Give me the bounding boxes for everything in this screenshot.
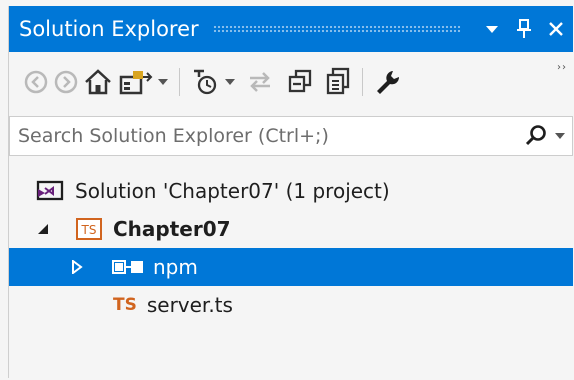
show-all-files-button[interactable] (324, 64, 352, 100)
sync-arrows-icon (250, 72, 270, 92)
toolbar-overflow-button[interactable]: ›› (557, 62, 567, 73)
toolbar: ›› (9, 58, 573, 106)
toolbar-separator (179, 68, 180, 96)
solution-tree: Solution 'Chapter07' (1 project) TS Chap… (9, 172, 573, 324)
project-label: Chapter07 (113, 217, 231, 241)
chevron-down-icon (158, 79, 168, 85)
title-bar: Solution Explorer (9, 6, 573, 52)
tree-item-npm[interactable]: npm (9, 248, 573, 286)
file-label: server.ts (146, 293, 233, 317)
solution-label: Solution 'Chapter07' (1 project) (75, 179, 390, 203)
typescript-file-icon: TS (113, 295, 137, 315)
project-icon-text: TS (81, 223, 97, 237)
search-options[interactable] (524, 124, 566, 148)
search-box (9, 116, 573, 156)
collapse-all-button[interactable] (286, 64, 314, 100)
home-icon (85, 69, 111, 95)
close-icon[interactable] (541, 14, 571, 44)
npm-label: npm (153, 255, 198, 279)
forward-button[interactable] (53, 64, 79, 100)
search-icon (525, 125, 546, 146)
solution-icon (35, 179, 65, 203)
back-icon (24, 70, 48, 94)
toolbar-separator (362, 68, 363, 96)
clock-filter-icon (194, 69, 217, 95)
sync-views-button[interactable] (246, 64, 274, 100)
tree-item-file[interactable]: TS server.ts (9, 286, 573, 324)
window-title: Solution Explorer (19, 17, 199, 41)
forward-icon (54, 70, 78, 94)
search-input[interactable] (10, 124, 524, 148)
solution-explorer-panel: Solution Explorer ›› Search Solution Exp… (8, 6, 573, 378)
dropdown-arrow-icon[interactable] (477, 14, 507, 44)
npm-package-icon (111, 257, 147, 277)
back-button[interactable] (23, 64, 49, 100)
drag-grip[interactable] (212, 25, 461, 33)
collapse-all-icon (288, 69, 312, 93)
tree-item-project[interactable]: TS Chapter07 (9, 210, 573, 248)
properties-button[interactable] (373, 64, 401, 100)
expanded-arrow-icon[interactable] (33, 223, 53, 235)
sync-dropdown-button[interactable] (157, 64, 169, 100)
sync-with-active-document-button[interactable] (117, 64, 153, 100)
pin-icon[interactable] (509, 14, 539, 44)
typescript-project-icon: TS (75, 217, 103, 241)
chevron-down-icon (225, 79, 235, 85)
pending-changes-filter-button[interactable] (190, 64, 220, 100)
home-button[interactable] (83, 64, 113, 100)
collapsed-arrow-icon[interactable] (67, 260, 87, 274)
show-all-files-icon (326, 67, 350, 95)
wrench-icon (377, 71, 400, 94)
chevron-down-icon (555, 133, 565, 139)
tree-item-solution[interactable]: Solution 'Chapter07' (1 project) (9, 172, 573, 210)
sync-document-icon (119, 71, 153, 95)
filter-dropdown-button[interactable] (224, 64, 236, 100)
